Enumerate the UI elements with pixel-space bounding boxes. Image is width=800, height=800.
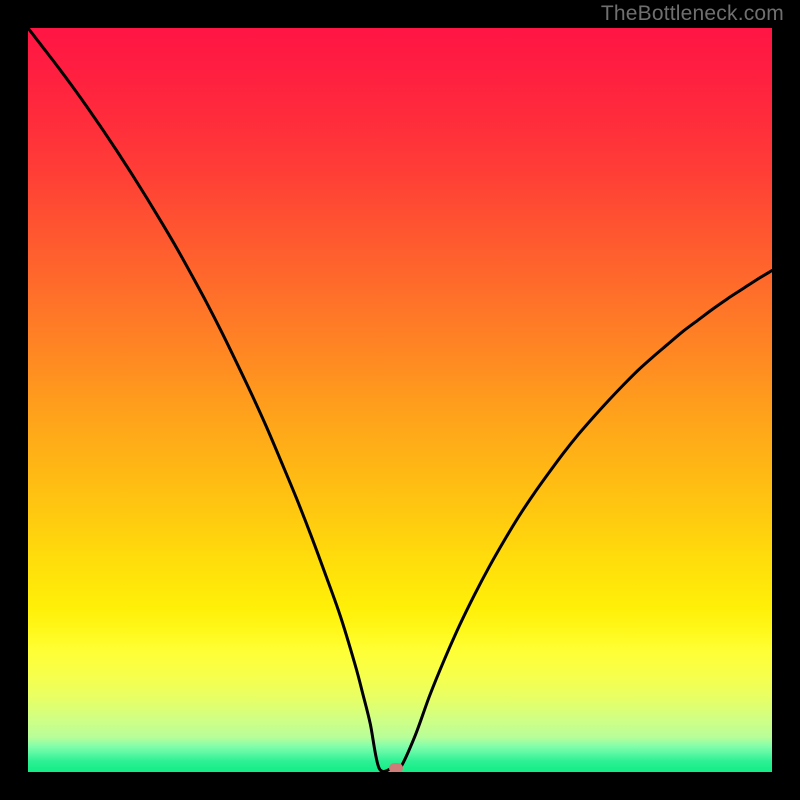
chart-container: TheBottleneck.com	[0, 0, 800, 800]
watermark-text: TheBottleneck.com	[601, 2, 784, 26]
plot-svg	[28, 28, 772, 772]
plot-area	[28, 28, 772, 772]
minimum-marker	[389, 763, 403, 772]
gradient-background	[28, 28, 772, 772]
